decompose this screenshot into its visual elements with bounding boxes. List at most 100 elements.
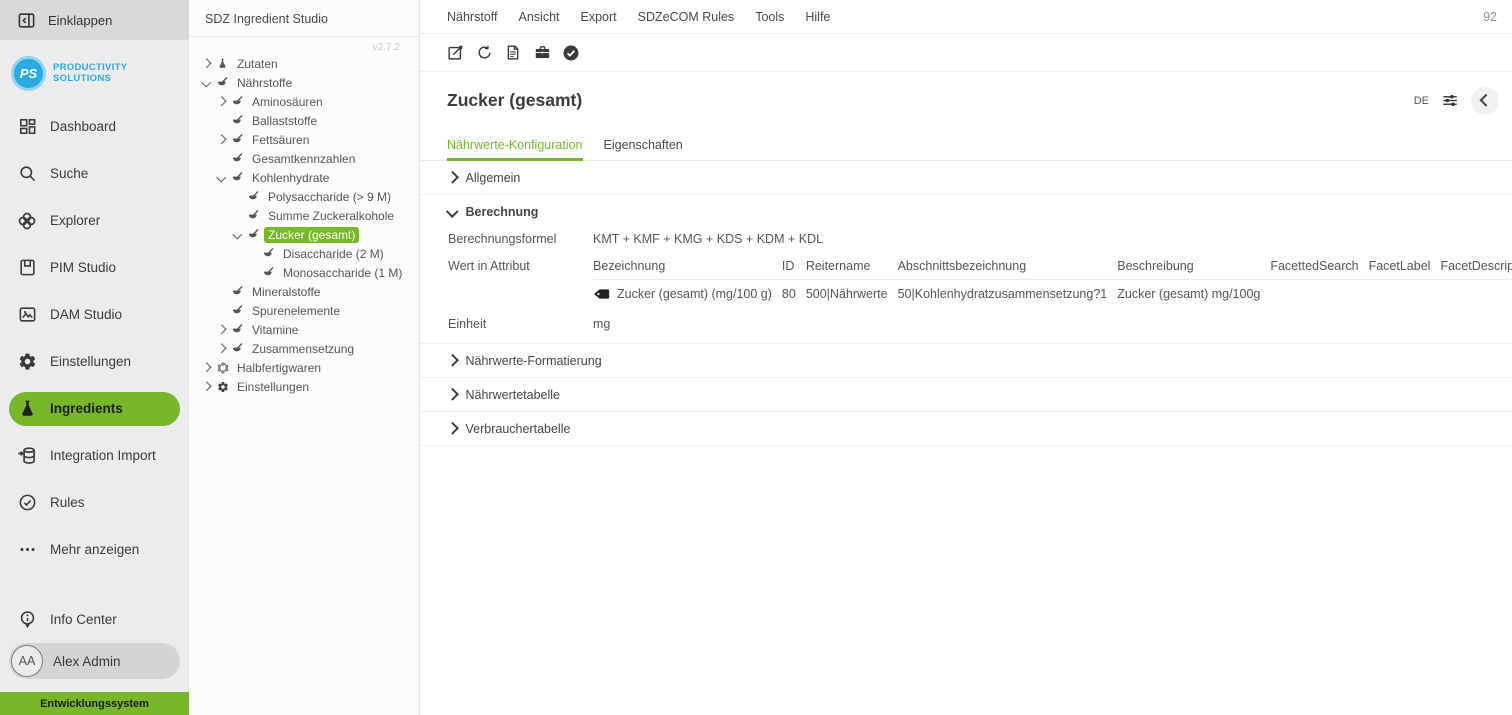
tree-item-zutaten[interactable]: Zutaten xyxy=(189,54,419,73)
tree-item-spurenelemente[interactable]: Spurenelemente xyxy=(189,301,419,320)
sidebar-item-info-center[interactable]: Info Center xyxy=(0,596,189,643)
mortar-icon xyxy=(232,286,248,297)
attribute-table: Bezeichnung ID Reitername Abschnittsbeze… xyxy=(593,259,1512,303)
mortar-icon xyxy=(232,96,248,107)
chevron-right-icon[interactable] xyxy=(202,363,211,372)
session-counter: 92 xyxy=(1483,10,1497,24)
tree-item-zusammensetzung[interactable]: Zusammensetzung xyxy=(189,339,419,358)
tag-icon xyxy=(593,288,610,300)
sidebar-item-mehr-anzeigen[interactable]: Mehr anzeigen xyxy=(0,526,189,573)
environment-banner: Entwicklungssystem xyxy=(0,692,189,715)
chevron-right-icon[interactable] xyxy=(202,59,211,68)
chevron-down-icon[interactable] xyxy=(233,230,242,239)
logo-ps-badge: PS xyxy=(11,56,46,91)
tree-item-kohlenhydrate[interactable]: Kohlenhydrate xyxy=(189,168,419,187)
refresh-button[interactable] xyxy=(475,44,493,62)
chevron-right-icon[interactable] xyxy=(217,135,226,144)
sidebar-item-label: Suche xyxy=(50,166,88,181)
chevron-right-icon xyxy=(446,171,458,183)
mortar-icon xyxy=(217,77,233,88)
sidebar-item-label: PIM Studio xyxy=(50,260,116,275)
sidebar: Einklappen PS PRODUCTIVITY SOLUTIONS Das… xyxy=(0,0,189,715)
mortar-icon xyxy=(232,324,248,335)
section-berechnung: Berechnung Berechnungsformel KMT + KMF +… xyxy=(420,195,1512,344)
edit-button[interactable] xyxy=(446,44,464,62)
sidebar-item-integration-import[interactable]: Integration Import xyxy=(0,432,189,479)
sidebar-item-dashboard[interactable]: Dashboard xyxy=(0,103,189,150)
section-berechnung-header[interactable]: Berechnung xyxy=(420,195,1512,228)
tree-panel: SDZ Ingredient Studio v2.7.2 Zutaten Näh… xyxy=(189,0,420,715)
briefcase-button[interactable] xyxy=(533,44,551,62)
page-header: Zucker (gesamt) DE xyxy=(420,72,1512,129)
section-berechnung-body: Berechnungsformel KMT + KMF + KMG + KDS … xyxy=(420,232,1512,343)
chevron-right-icon[interactable] xyxy=(217,325,226,334)
cell-id: 80 xyxy=(782,280,806,304)
tree-item-halbfertigwaren[interactable]: Halbfertigwaren xyxy=(189,358,419,377)
col-facetlabel: FacetLabel xyxy=(1369,259,1441,280)
tree-item-mineralstoffe[interactable]: Mineralstoffe xyxy=(189,282,419,301)
section-allgemein: Allgemein xyxy=(420,161,1512,195)
tree-item-fettsaeuren[interactable]: Fettsäuren xyxy=(189,130,419,149)
sidebar-item-label: Mehr anzeigen xyxy=(50,542,139,557)
approve-button[interactable] xyxy=(562,44,580,62)
sidebar-item-einstellungen[interactable]: Einstellungen xyxy=(0,338,189,385)
menu-hilfe[interactable]: Hilfe xyxy=(805,10,830,24)
tree-item-naehrstoffe[interactable]: Nährstoffe xyxy=(189,73,419,92)
tree-item-aminosaeuren[interactable]: Aminosäuren xyxy=(189,92,419,111)
section-verbrauchertabelle-header[interactable]: Verbrauchertabelle xyxy=(420,412,1512,445)
cell-facet-description xyxy=(1440,280,1512,304)
section-naehrwertetabelle-header[interactable]: Nährwertetabelle xyxy=(420,378,1512,411)
user-menu[interactable]: AA Alex Admin xyxy=(9,643,180,679)
tree-item-ballaststoffe[interactable]: Ballaststoffe xyxy=(189,111,419,130)
sidebar-item-dam-studio[interactable]: DAM Studio xyxy=(0,291,189,338)
menu-tools[interactable]: Tools xyxy=(755,10,784,24)
tree-item-einstellungen[interactable]: Einstellungen xyxy=(189,377,419,396)
sidebar-item-pim-studio[interactable]: PIM Studio xyxy=(0,244,189,291)
collapse-panel-button[interactable] xyxy=(1471,87,1499,115)
sidebar-item-ingredients[interactable]: Ingredients xyxy=(9,392,180,426)
sidebar-item-suche[interactable]: Suche xyxy=(0,150,189,197)
tree-item-zucker-gesamt[interactable]: Zucker (gesamt) xyxy=(189,225,419,244)
field-label-einheit: Einheit xyxy=(448,317,593,331)
tree-item-gesamtkennzahlen[interactable]: Gesamtkennzahlen xyxy=(189,149,419,168)
menu-export[interactable]: Export xyxy=(581,10,617,24)
dam-studio-icon xyxy=(17,305,37,325)
tab-bar: Nährwerte-Konfiguration Eigenschaften xyxy=(420,129,1512,161)
collapse-sidebar-button[interactable]: Einklappen xyxy=(0,0,189,40)
gear-icon xyxy=(217,381,233,393)
pim-studio-icon xyxy=(17,258,37,278)
chevron-right-icon[interactable] xyxy=(217,97,226,106)
flask-icon xyxy=(17,399,37,419)
document-button[interactable] xyxy=(504,44,522,62)
filter-sliders-icon[interactable] xyxy=(1441,92,1459,110)
sidebar-item-explorer[interactable]: Explorer xyxy=(0,197,189,244)
chevron-down-icon[interactable] xyxy=(202,78,211,87)
cell-abschnittsbezeichnung: 50|Kohlenhydratzusammensetzung?1 xyxy=(898,280,1118,304)
tab-naehrwerte-konfiguration[interactable]: Nährwerte-Konfiguration xyxy=(447,129,583,160)
chevron-right-icon[interactable] xyxy=(217,344,226,353)
collapse-panel-icon xyxy=(17,11,36,30)
section-naehrwerte-formatierung-header[interactable]: Nährwerte-Formatierung xyxy=(420,344,1512,377)
sidebar-item-label: Einstellungen xyxy=(50,354,131,369)
tree-item-monosaccharide[interactable]: Monosaccharide (1 M) xyxy=(189,263,419,282)
attribute-table-row[interactable]: Zucker (gesamt) (mg/100 g) 80 500|Nährwe… xyxy=(593,280,1512,304)
tree-item-disaccharide[interactable]: Disaccharide (2 M) xyxy=(189,244,419,263)
mortar-icon xyxy=(232,305,248,316)
section-allgemein-header[interactable]: Allgemein xyxy=(420,161,1512,194)
mortar-icon xyxy=(263,248,279,259)
menu-ansicht[interactable]: Ansicht xyxy=(519,10,560,24)
tree-item-vitamine[interactable]: Vitamine xyxy=(189,320,419,339)
toolbar xyxy=(420,34,1512,72)
chevron-down-icon[interactable] xyxy=(217,173,226,182)
sidebar-item-rules[interactable]: Rules xyxy=(0,479,189,526)
tree-item-summe-zuckeralkohole[interactable]: Summe Zuckeralkohole xyxy=(189,206,419,225)
chevron-left-icon xyxy=(1480,94,1492,106)
attribute-table-header-row: Bezeichnung ID Reitername Abschnittsbeze… xyxy=(593,259,1512,280)
language-selector[interactable]: DE xyxy=(1414,95,1429,107)
menu-sdzecom-rules[interactable]: SDZeCOM Rules xyxy=(638,10,735,24)
menu-naehrstoff[interactable]: Nährstoff xyxy=(447,10,498,24)
mortar-icon xyxy=(248,229,264,240)
tab-eigenschaften[interactable]: Eigenschaften xyxy=(604,129,683,160)
chevron-right-icon[interactable] xyxy=(202,382,211,391)
tree-item-polysaccharide[interactable]: Polysaccharide (> 9 M) xyxy=(189,187,419,206)
